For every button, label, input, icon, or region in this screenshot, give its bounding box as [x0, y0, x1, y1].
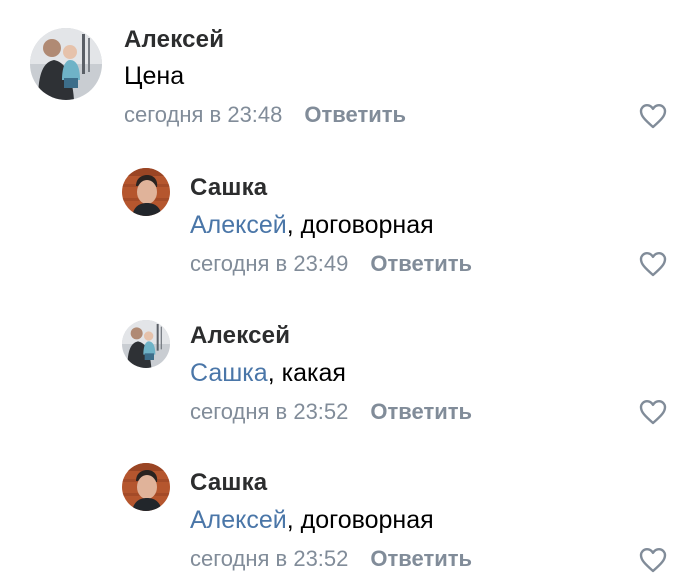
- like-button[interactable]: [639, 251, 667, 277]
- mention-link[interactable]: Сашка: [190, 359, 268, 387]
- comment-timestamp[interactable]: сегодня в 23:49: [190, 251, 348, 276]
- man-with-child-photo-icon: [30, 28, 102, 100]
- comment-text: Сашка, какая: [190, 359, 346, 388]
- avatar[interactable]: [122, 168, 170, 216]
- man-portrait-photo-icon: [122, 168, 170, 216]
- heart-icon: [639, 104, 667, 129]
- reply-button[interactable]: Ответить: [304, 102, 406, 127]
- heart-icon: [639, 252, 667, 277]
- comment-meta: сегодня в 23:52 Ответить: [190, 546, 472, 572]
- comment-reply: Сашка Алексей, договорная сегодня в 23:5…: [0, 445, 700, 574]
- avatar[interactable]: [30, 28, 102, 100]
- comment-author[interactable]: Алексей: [124, 26, 224, 54]
- like-button[interactable]: [639, 547, 667, 573]
- comment: Алексей Цена сегодня в 23:48 Ответить: [0, 0, 700, 150]
- comment-meta: сегодня в 23:52 Ответить: [190, 399, 472, 425]
- comment-reply: Алексей Сашка, какая сегодня в 23:52 Отве…: [0, 300, 700, 445]
- mention-link[interactable]: Алексей: [190, 211, 287, 239]
- comment-text: Алексей, договорная: [190, 506, 434, 535]
- reply-button[interactable]: Ответить: [370, 546, 472, 571]
- comment-timestamp[interactable]: сегодня в 23:52: [190, 399, 348, 424]
- reply-button[interactable]: Ответить: [370, 251, 472, 276]
- man-with-child-photo-icon: [122, 320, 170, 368]
- heart-icon: [639, 548, 667, 573]
- avatar[interactable]: [122, 320, 170, 368]
- man-portrait-photo-icon: [122, 463, 170, 511]
- comment-author[interactable]: Сашка: [190, 174, 267, 202]
- like-button[interactable]: [639, 103, 667, 129]
- comment-text-body: , договорная: [286, 506, 434, 534]
- comment-meta: сегодня в 23:48 Ответить: [124, 102, 406, 128]
- comment-text: Цена: [124, 62, 184, 91]
- reply-button[interactable]: Ответить: [370, 399, 472, 424]
- comment-timestamp[interactable]: сегодня в 23:48: [124, 102, 282, 127]
- comment-text: Алексей, договорная: [190, 211, 434, 240]
- comment-author[interactable]: Алексей: [190, 322, 290, 350]
- comment-author[interactable]: Сашка: [190, 469, 267, 497]
- heart-icon: [639, 400, 667, 425]
- comment-text-body: , договорная: [286, 211, 434, 239]
- comment-reply: Сашка Алексей, договорная сегодня в 23:4…: [0, 150, 700, 300]
- like-button[interactable]: [639, 399, 667, 425]
- avatar[interactable]: [122, 463, 170, 511]
- comment-timestamp[interactable]: сегодня в 23:52: [190, 546, 348, 571]
- comment-meta: сегодня в 23:49 Ответить: [190, 251, 472, 277]
- comment-text-body: , какая: [267, 359, 346, 387]
- mention-link[interactable]: Алексей: [190, 506, 287, 534]
- comment-text-body: Цена: [124, 62, 185, 90]
